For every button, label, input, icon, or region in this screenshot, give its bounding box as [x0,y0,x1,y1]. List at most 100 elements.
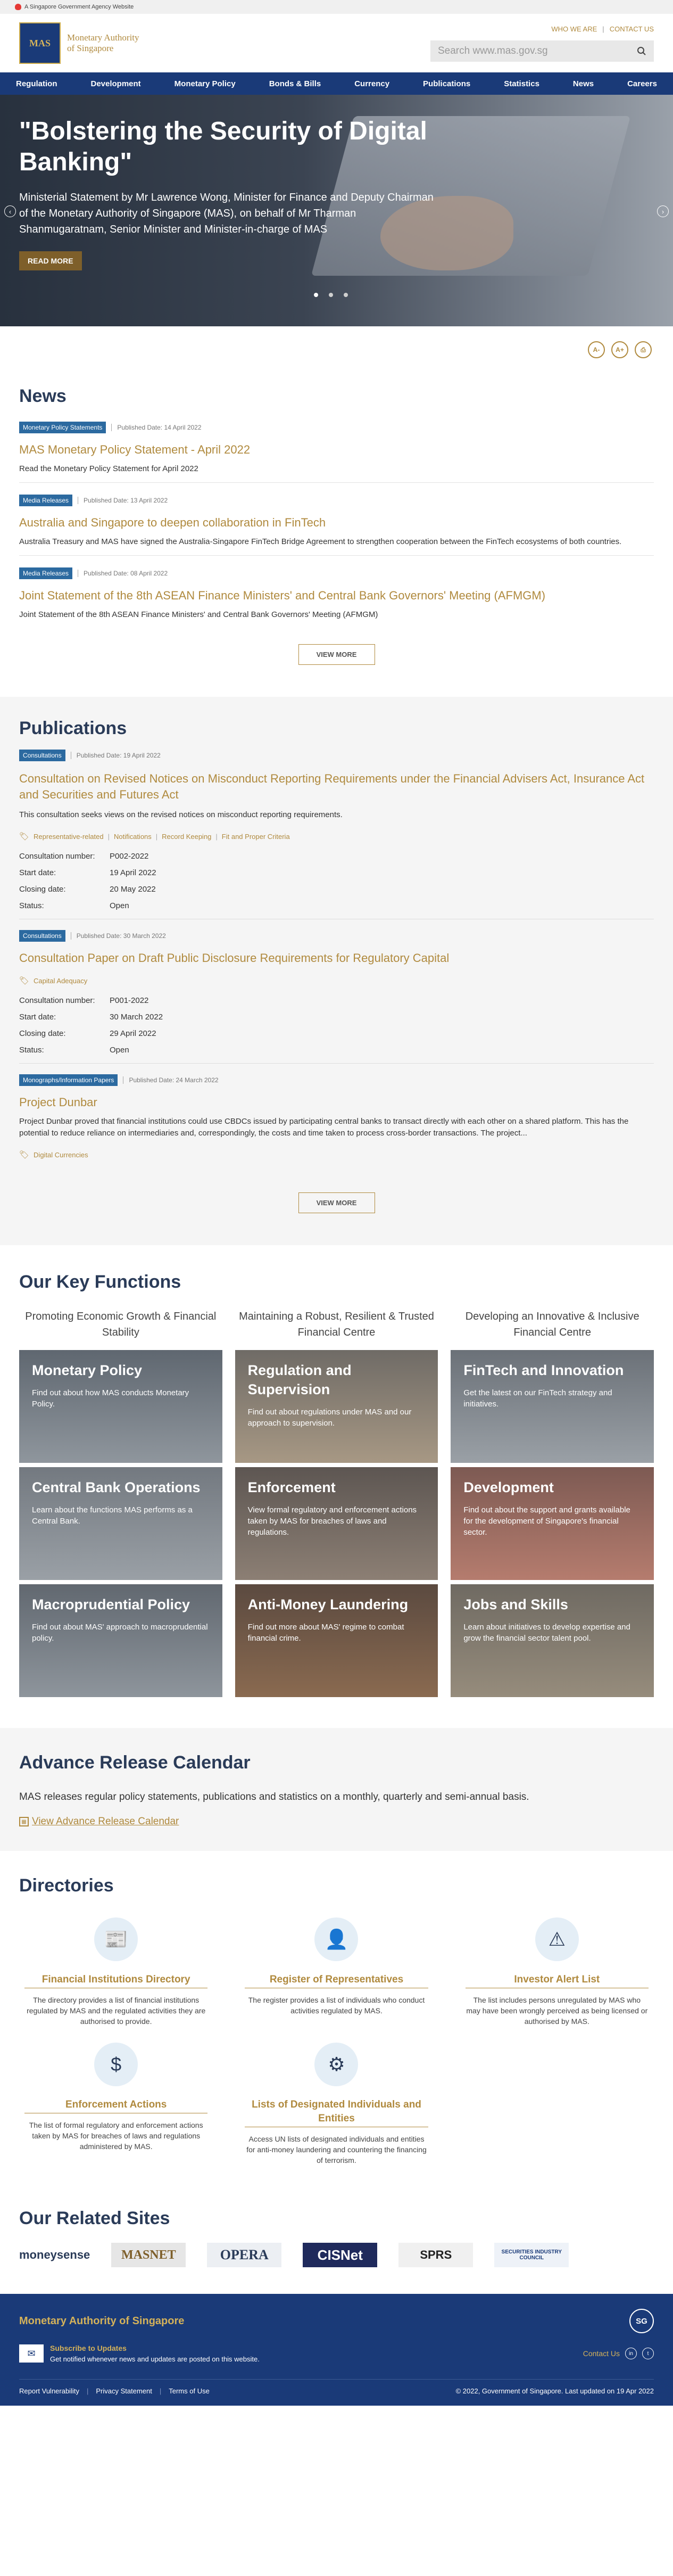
directory-link[interactable]: Register of Representatives [245,1973,428,1988]
nav-news[interactable]: News [573,79,594,88]
moneysense-logo[interactable]: moneysense [19,2243,90,2267]
column-heading: Maintaining a Robust, Resilient & Truste… [239,1311,434,1338]
tile-development[interactable]: Development Find out about the support an… [451,1467,654,1580]
publication-title-link[interactable]: Project Dunbar [19,1096,654,1109]
securities-industry-council-logo[interactable]: SECURITIES INDUSTRY COUNCIL [494,2243,569,2267]
nav-bonds-bills[interactable]: Bonds & Bills [269,79,321,88]
nav-publications[interactable]: Publications [423,79,470,88]
privacy-statement-link[interactable]: Privacy Statement [96,2387,152,2395]
news-item: Media Releases Published Date: 08 April 2… [19,556,654,628]
news-title-link[interactable]: Australia and Singapore to deepen collab… [19,516,654,530]
opera-logo[interactable]: OPERA [207,2243,282,2267]
tag-link[interactable]: Capital Adequacy [34,977,87,985]
publications-view-more-button[interactable]: VIEW MORE [298,1192,375,1213]
sg-logo: SG [629,2309,654,2333]
search-icon[interactable] [637,46,646,56]
publication-item: Monographs/Information Papers Published D… [19,1064,654,1168]
gov-bar: A Singapore Government Agency Website [0,0,673,14]
category-badge[interactable]: Consultations [19,930,65,942]
slide-dot[interactable] [344,293,348,297]
search-placeholder: Search www.mas.gov.sg [438,45,548,56]
category-badge[interactable]: Media Releases [19,567,73,579]
news-view-more-button[interactable]: VIEW MORE [298,644,375,665]
field-value: P001-2022 [110,996,149,1005]
field-label: Start date: [19,868,56,877]
directory-link[interactable]: Investor Alert List [465,1973,649,1988]
directory-link[interactable]: Lists of Designated Individuals and Enti… [245,2098,428,2127]
arc-link[interactable]: ▦ View Advance Release Calendar [19,1816,654,1828]
news-section: News Monetary Policy Statements Published… [0,386,673,665]
site-logo[interactable]: MAS Monetary Authority of Singapore [19,22,142,64]
tile-fintech-innovation[interactable]: FinTech and Innovation Get the latest on … [451,1350,654,1463]
directory-title: Financial Institutions Directory [24,1973,208,1988]
field-value: 19 April 2022 [110,868,156,877]
tag-link[interactable]: Record Keeping [162,833,211,841]
logo-text: Monetary Authority of Singapore [67,32,139,53]
category-badge[interactable]: Monographs/Information Papers [19,1074,118,1086]
news-desc: Read the Monetary Policy Statement for A… [19,464,198,473]
subscribe-desc: Get notified whenever news and updates a… [50,2355,260,2363]
nav-monetary-policy[interactable]: Monetary Policy [175,79,236,88]
subscribe-block[interactable]: ✉ Subscribe to Updates Get notified whene… [19,2344,260,2363]
tile-enforcement[interactable]: Enforcement View formal regulatory and en… [235,1467,438,1580]
next-slide-icon[interactable]: › [657,205,669,217]
terms-of-use-link[interactable]: Terms of Use [169,2387,210,2395]
report-vulnerability-link[interactable]: Report Vulnerability [19,2387,79,2395]
tile-central-bank-operations[interactable]: Central Bank Operations Learn about the f… [19,1467,222,1580]
directory-item: 👤 Register of Representatives The regist… [239,1917,433,2027]
directory-link[interactable]: Enforcement Actions [24,2098,208,2113]
who-we-are-link[interactable]: WHO WE ARE [551,25,597,33]
news-title-link[interactable]: MAS Monetary Policy Statement - April 20… [19,443,654,457]
nav-currency[interactable]: Currency [354,79,389,88]
print-icon[interactable]: ⎙ [635,341,652,358]
published-date: Published Date: 14 April 2022 [117,424,202,431]
published-date: Published Date: 30 March 2022 [76,932,166,940]
category-badge[interactable]: Media Releases [19,495,73,506]
tile-macroprudential-policy[interactable]: Macroprudential Policy Find out about MAS… [19,1584,222,1697]
nav-careers[interactable]: Careers [627,79,657,88]
directory-title: Enforcement Actions [24,2098,208,2113]
twitter-icon[interactable]: t [642,2348,654,2359]
read-more-button[interactable]: READ MORE [19,251,82,270]
decrease-font-icon[interactable]: A- [588,341,605,358]
contact-us-link[interactable]: CONTACT US [610,25,654,33]
publication-item: Consultations Published Date: 19 April 20… [19,739,654,919]
publication-title-link[interactable]: Consultation on Revised Notices on Misco… [19,771,654,803]
publication-desc: This consultation seeks views on the rev… [19,810,343,819]
cisnet-logo[interactable]: CISNet [303,2243,378,2267]
news-item: Monetary Policy Statements Published Date… [19,410,654,483]
envelope-icon: ✉ [19,2344,44,2363]
tag-link[interactable]: Fit and Proper Criteria [222,833,290,841]
publication-title-link[interactable]: Consultation Paper on Draft Public Discl… [19,951,654,965]
tile-anti-money-laundering[interactable]: Anti-Money Laundering Find out more about… [235,1584,438,1697]
sprs-logo[interactable]: SPRS [398,2243,473,2267]
slide-dot[interactable] [314,293,318,297]
field-label: Status: [19,901,44,910]
tag-link[interactable]: Notifications [114,833,152,841]
tile-monetary-policy[interactable]: Monetary Policy Find out about how MAS co… [19,1350,222,1463]
nav-statistics[interactable]: Statistics [504,79,539,88]
site-footer: Monetary Authority of Singapore SG ✉ Sub… [0,2294,673,2406]
hero-subtitle: Ministerial Statement by Mr Lawrence Won… [19,192,434,235]
tag-link[interactable]: Digital Currencies [34,1151,88,1159]
arc-desc: MAS releases regular policy statements, … [19,1791,529,1803]
directory-link[interactable]: Financial Institutions Directory [24,1973,208,1988]
news-title-link[interactable]: Joint Statement of the 8th ASEAN Finance… [19,589,654,603]
nav-development[interactable]: Development [90,79,140,88]
category-badge[interactable]: Monetary Policy Statements [19,422,106,433]
slide-dot[interactable] [329,293,333,297]
prev-slide-icon[interactable]: ‹ [4,205,16,217]
linkedin-icon[interactable]: in [625,2348,637,2359]
nav-regulation[interactable]: Regulation [16,79,57,88]
tag-link[interactable]: Representative-related [34,833,104,841]
tile-jobs-skills[interactable]: Jobs and Skills Learn about initiatives t… [451,1584,654,1697]
masnet-logo[interactable]: MASNET [111,2243,186,2267]
tile-title: Central Bank Operations [32,1479,201,1495]
column-heading: Promoting Economic Growth & Financial St… [25,1311,217,1338]
search-input[interactable]: Search www.mas.gov.sg [430,40,654,62]
tile-regulation-supervision[interactable]: Regulation and Supervision Find out about… [235,1350,438,1463]
increase-font-icon[interactable]: A+ [611,341,628,358]
footer-contact-link[interactable]: Contact Us [583,2349,620,2358]
category-badge[interactable]: Consultations [19,750,65,761]
page-tools: A- A+ ⎙ [0,326,673,358]
